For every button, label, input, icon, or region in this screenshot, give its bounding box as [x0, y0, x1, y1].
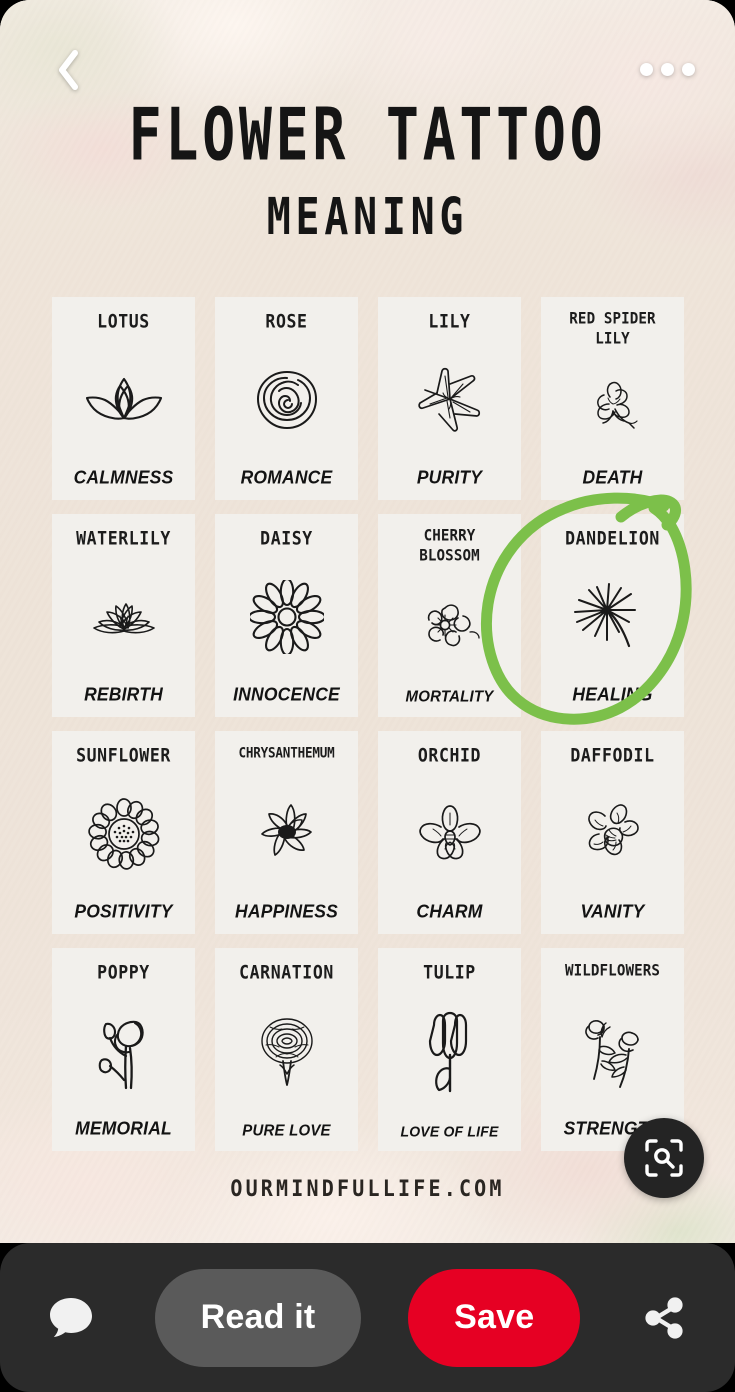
- card-meaning: MORTALITY: [405, 687, 494, 706]
- card-title: LILY: [428, 310, 471, 333]
- back-button[interactable]: [46, 48, 90, 92]
- card-title: CARNATION: [239, 961, 334, 984]
- card-title: WILDFLOWERS: [564, 962, 661, 980]
- card-meaning: VANITY: [580, 900, 645, 922]
- card-title: DANDELION: [565, 527, 660, 550]
- flower-card-cherry-blossom[interactable]: CHERRY BLOSSOM MORTALITY: [378, 514, 521, 717]
- visual-search-lens-icon: [645, 1139, 683, 1177]
- read-it-button[interactable]: Read it: [154, 1268, 362, 1367]
- flower-card-chrysanthemum[interactable]: CHRYSANTHEMUM HAPPINESS: [215, 731, 358, 934]
- chrysanthemum-icon: [219, 761, 354, 901]
- page-title: FLOWER TATTOO: [128, 92, 607, 177]
- orchid-flower-icon: [382, 766, 517, 901]
- more-options-icon: [639, 62, 653, 76]
- flower-card-carnation[interactable]: CARNATION PURE LOVE: [215, 948, 358, 1151]
- red-spider-lily-icon: [545, 347, 680, 467]
- card-title: RED SPIDER LILY: [569, 309, 656, 349]
- chevron-left-icon: [59, 50, 78, 90]
- card-meaning: PURE LOVE: [242, 1121, 331, 1140]
- flower-card-dandelion[interactable]: DANDELION HEALING: [541, 514, 684, 717]
- flower-card-waterlily[interactable]: WATERLILY REBIRTH: [52, 514, 195, 717]
- watermark: OURMINDFULLIFE.COM: [230, 1174, 505, 1202]
- cherry-blossom-icon: [382, 564, 517, 688]
- lily-flower-icon: [382, 332, 517, 467]
- card-title: CHRYSANTHEMUM: [238, 744, 335, 761]
- flower-card-red-spider-lily[interactable]: RED SPIDER LILY DEATH: [541, 297, 684, 500]
- card-title: ORCHID: [417, 744, 482, 767]
- card-title: DAISY: [260, 527, 313, 550]
- card-meaning: HEALING: [572, 683, 653, 705]
- dandelion-seed-icon: [545, 549, 680, 684]
- card-title: LOTUS: [97, 310, 150, 333]
- card-title: TULIP: [423, 961, 476, 984]
- poppy-flower-icon: [56, 983, 191, 1118]
- card-meaning: ROMANCE: [240, 466, 333, 488]
- flower-card-lily[interactable]: LILY PURITY: [378, 297, 521, 500]
- card-title: ROSE: [265, 310, 308, 333]
- flower-card-orchid[interactable]: ORCHID CHARM: [378, 731, 521, 934]
- card-meaning: MEMORIAL: [75, 1117, 172, 1139]
- card-meaning: LOVE OF LIFE: [400, 1122, 499, 1140]
- card-meaning: CHARM: [416, 900, 483, 922]
- card-title: POPPY: [97, 961, 150, 984]
- card-meaning: PURITY: [416, 466, 483, 488]
- pinterest-pin-screen: FLOWER TATTOO MEANING LOTUS CALMNESS ROS…: [0, 0, 735, 1392]
- card-meaning: INNOCENCE: [233, 683, 340, 705]
- comment-button[interactable]: [34, 1281, 108, 1355]
- page-subtitle: MEANING: [266, 187, 469, 246]
- daffodil-flower-icon: [545, 766, 680, 901]
- card-meaning: CALMNESS: [73, 466, 174, 488]
- card-meaning: REBIRTH: [84, 683, 163, 705]
- flower-card-sunflower[interactable]: SUNFLOWER POSITIVITY: [52, 731, 195, 934]
- waterlily-flower-icon: [56, 549, 191, 684]
- flower-card-lotus[interactable]: LOTUS CALMNESS: [52, 297, 195, 500]
- carnation-flower-icon: [219, 983, 354, 1122]
- card-meaning: POSITIVITY: [74, 900, 173, 922]
- card-meaning: DEATH: [582, 466, 643, 488]
- card-title: DAFFODIL: [570, 744, 655, 767]
- tulip-flower-icon: [382, 983, 517, 1123]
- flower-card-daffodil[interactable]: DAFFODIL VANITY: [541, 731, 684, 934]
- flower-card-grid: LOTUS CALMNESS ROSE ROMANCE LILY PURITY …: [52, 297, 685, 1151]
- sunflower-icon: [56, 766, 191, 901]
- pin-image[interactable]: FLOWER TATTOO MEANING LOTUS CALMNESS ROS…: [0, 0, 735, 1243]
- card-title: SUNFLOWER: [76, 744, 171, 767]
- flower-card-tulip[interactable]: TULIP LOVE OF LIFE: [378, 948, 521, 1151]
- card-title: CHERRY BLOSSOM: [419, 526, 480, 566]
- flower-card-rose[interactable]: ROSE ROMANCE: [215, 297, 358, 500]
- comment-bubble-icon: [50, 1297, 92, 1337]
- flower-card-poppy[interactable]: POPPY MEMORIAL: [52, 948, 195, 1151]
- more-options-button[interactable]: [636, 52, 698, 86]
- share-button[interactable]: [627, 1281, 701, 1355]
- more-options-icon: [681, 62, 695, 76]
- more-options-icon: [660, 62, 674, 76]
- rose-flower-icon: [219, 332, 354, 467]
- flower-card-daisy[interactable]: DAISY INNOCENCE: [215, 514, 358, 717]
- card-meaning: HAPPINESS: [235, 900, 338, 922]
- daisy-flower-icon: [219, 549, 354, 684]
- save-button[interactable]: Save: [408, 1268, 581, 1367]
- share-icon: [645, 1296, 683, 1339]
- card-title: WATERLILY: [76, 527, 171, 550]
- visual-search-button[interactable]: [624, 1118, 704, 1198]
- wildflowers-icon: [545, 980, 680, 1118]
- bottom-action-bar: Read it Save: [0, 1243, 735, 1392]
- lotus-flower-icon: [56, 332, 191, 467]
